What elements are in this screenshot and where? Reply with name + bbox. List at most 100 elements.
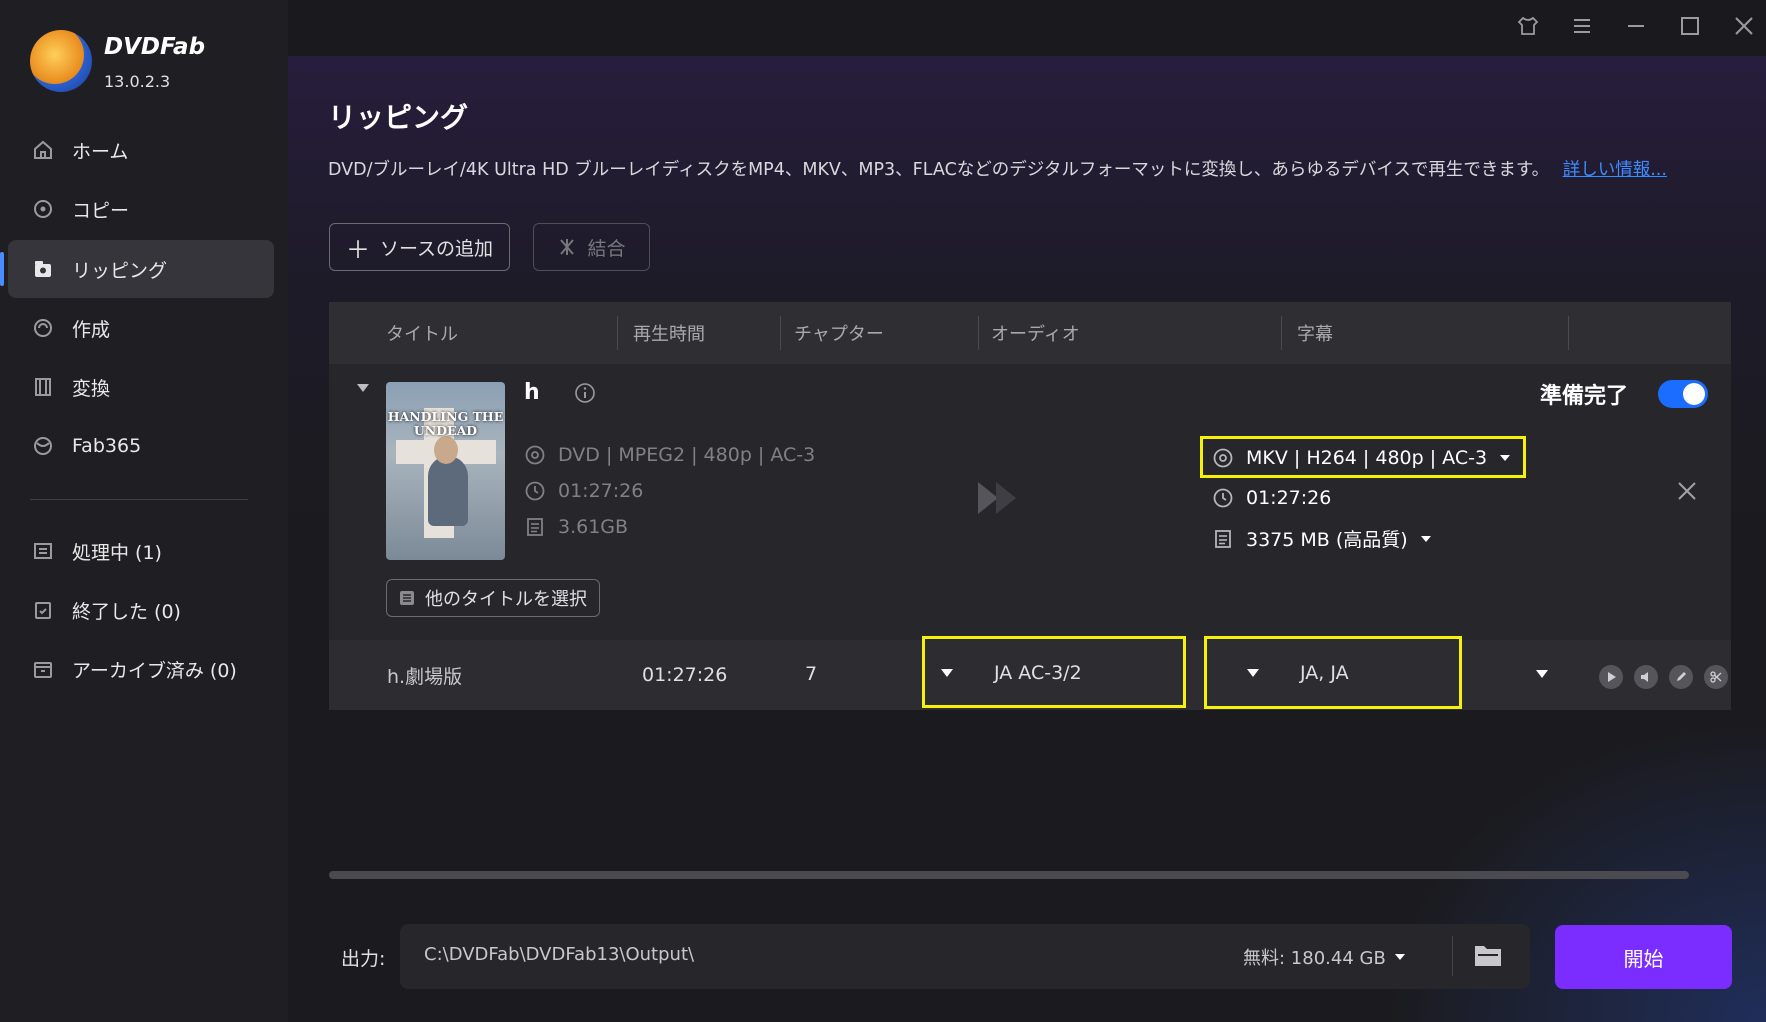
sidebar-item-label: アーカイブ済み (0)	[72, 659, 237, 682]
merge-button[interactable]: 結合	[533, 223, 650, 271]
sidebar-item-copy[interactable]: コピー	[8, 180, 274, 238]
file-size-icon	[527, 518, 543, 536]
title-bar	[288, 0, 1766, 56]
disc-icon	[525, 445, 545, 465]
shirt-skin-icon[interactable]	[1516, 14, 1540, 38]
add-source-button[interactable]: ＋ ソースの追加	[329, 223, 510, 271]
audio-dropdown[interactable]: JA AC-3/2	[940, 662, 1082, 684]
chevron-down-icon	[1394, 954, 1405, 960]
app-name: DVDFab	[104, 34, 206, 60]
app-version: 13.0.2.3	[104, 72, 171, 91]
more-info-link[interactable]: 詳しい情報...	[1563, 160, 1667, 180]
sidebar-item-converter[interactable]: 変換	[8, 358, 274, 416]
poster-thumbnail: HANDLING THE UNDEAD	[386, 382, 505, 560]
source-format-text: DVD | MPEG2 | 480p | AC-3	[558, 444, 816, 466]
ready-toggle[interactable]	[1658, 380, 1708, 408]
sidebar-item-label: 変換	[72, 377, 111, 400]
subtitle-value: JA, JA	[1300, 662, 1349, 684]
row-title: h.劇場版	[387, 666, 463, 688]
header-title: タイトル	[386, 324, 458, 345]
header-separator	[1568, 316, 1569, 350]
sidebar-item-label: コピー	[72, 199, 130, 222]
header-separator	[978, 316, 979, 350]
output-size-text: 3375 MB (高品質)	[1246, 529, 1408, 551]
row-chapters: 7	[805, 663, 818, 685]
item-title: h	[524, 380, 540, 405]
source-format: DVD | MPEG2 | 480p | AC-3	[524, 444, 815, 466]
maximize-icon[interactable]	[1678, 14, 1702, 38]
output-size-dropdown[interactable]: 3375 MB (高品質)	[1212, 525, 1432, 552]
sidebar-item-finished[interactable]: 終了した (0)	[8, 581, 274, 639]
convert-arrow-icon	[978, 482, 1016, 514]
poster-title-text: HANDLING THE UNDEAD	[387, 409, 504, 438]
sidebar-item-label: 作成	[72, 318, 111, 341]
sidebar-item-home[interactable]: ホーム	[8, 121, 274, 179]
header-audio: オーディオ	[991, 324, 1080, 345]
sidebar-item-creator[interactable]: 作成	[8, 299, 274, 357]
close-icon[interactable]	[1732, 14, 1756, 38]
add-source-label: ソースの追加	[379, 237, 494, 260]
info-icon[interactable]	[574, 382, 596, 404]
trim-icon[interactable]	[1704, 665, 1728, 689]
clock-icon	[1213, 488, 1233, 508]
sidebar-item-archived[interactable]: アーカイブ済み (0)	[8, 640, 274, 698]
remove-item-icon[interactable]	[1676, 480, 1698, 502]
sidebar-item-label: 処理中 (1)	[72, 541, 162, 564]
list-icon	[400, 591, 414, 605]
fab365-icon	[34, 437, 52, 455]
ready-label: 準備完了	[1540, 384, 1629, 409]
sidebar-item-fab365[interactable]: Fab365	[8, 417, 274, 475]
subtitle-dropdown[interactable]: JA, JA	[1246, 662, 1349, 684]
header-duration: 再生時間	[633, 324, 705, 345]
output-profile-dropdown[interactable]: MKV | H264 | 480p | AC-3	[1212, 447, 1511, 469]
dvdfab-logo-icon	[30, 30, 92, 92]
header-chapters: チャプター	[794, 324, 884, 345]
poster-figure	[428, 456, 468, 526]
source-size-text: 3.61GB	[558, 516, 629, 538]
source-duration: 01:27:26	[524, 480, 643, 502]
free-space-text: 無料: 180.44 GB	[1243, 948, 1386, 969]
select-other-titles-button[interactable]: 他のタイトルを選択	[386, 579, 600, 617]
toggle-knob	[1683, 383, 1705, 405]
folder-icon[interactable]	[1473, 942, 1503, 968]
play-icon[interactable]	[1599, 665, 1623, 689]
list-icon	[34, 543, 52, 559]
sidebar-item-ripper[interactable]: リッピング	[0, 240, 274, 298]
free-space-dropdown[interactable]: 無料: 180.44 GB	[1243, 944, 1406, 970]
start-button[interactable]: 開始	[1555, 925, 1732, 989]
clipboard-check-icon	[35, 602, 51, 619]
plus-icon: ＋	[345, 235, 370, 264]
header-subtitle: 字幕	[1297, 324, 1333, 345]
footer-separator	[1452, 936, 1453, 976]
home-icon	[34, 140, 52, 159]
clock-icon	[525, 481, 545, 501]
disc-icon	[1213, 448, 1233, 468]
sidebar-item-processing[interactable]: 処理中 (1)	[8, 522, 274, 580]
description-text: DVD/ブルーレイ/4K Ultra HD ブルーレイディスクをMP4、MKV、…	[328, 160, 1550, 180]
header-separator	[1281, 316, 1282, 350]
audio-settings-icon[interactable]	[1634, 665, 1658, 689]
edit-icon[interactable]	[1669, 665, 1693, 689]
menu-icon[interactable]	[1570, 14, 1594, 38]
archive-icon	[34, 662, 52, 678]
minimize-icon[interactable]	[1624, 14, 1648, 38]
source-size: 3.61GB	[524, 516, 628, 538]
sidebar-item-label: リッピング	[72, 259, 168, 282]
sidebar-item-label: 終了した (0)	[72, 600, 181, 623]
film-icon	[35, 378, 51, 396]
horizontal-scrollbar[interactable]	[329, 871, 1689, 879]
file-size-icon	[1215, 529, 1231, 548]
sidebar-divider	[30, 499, 248, 500]
output-duration: 01:27:26	[1212, 487, 1331, 509]
disc-copy-icon	[34, 200, 52, 218]
output-label: 出力:	[341, 948, 386, 970]
page-description: DVD/ブルーレイ/4K Ultra HD ブルーレイディスクをMP4、MKV、…	[328, 156, 1718, 181]
creator-icon	[34, 319, 52, 337]
collapse-icon[interactable]	[356, 382, 370, 394]
more-options-chevron-icon[interactable]	[1535, 668, 1549, 680]
chevron-down-icon	[941, 669, 953, 677]
output-duration-text: 01:27:26	[1246, 487, 1332, 509]
chevron-down-icon	[1420, 535, 1431, 542]
page-title: リッピング	[328, 101, 469, 134]
chevron-down-icon	[1500, 455, 1511, 461]
